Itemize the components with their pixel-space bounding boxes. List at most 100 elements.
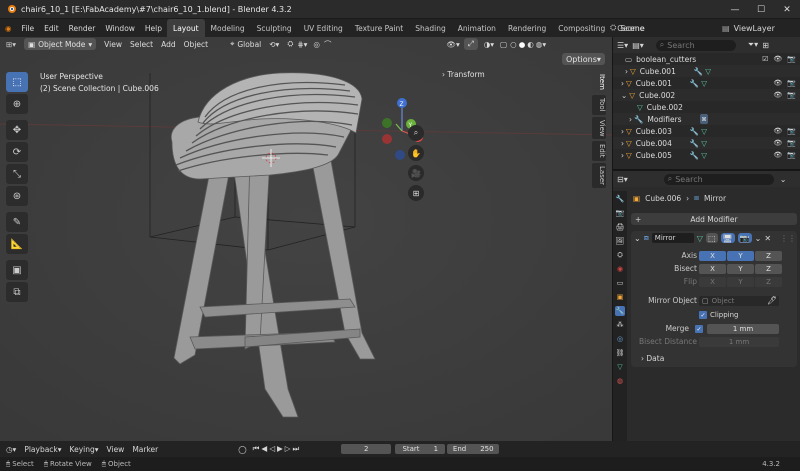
properties-search-input[interactable]: ⌕ Search xyxy=(663,173,774,185)
select-box-tool-icon[interactable]: ⬚ xyxy=(6,72,28,92)
list-item[interactable]: › ▽ Cube.001 🔧 ▽ xyxy=(613,65,800,77)
tab-rendering[interactable]: Rendering xyxy=(502,19,552,37)
tab-compositing[interactable]: Compositing xyxy=(552,19,611,37)
clipping-checkbox[interactable]: ✓ Clipping xyxy=(699,311,739,319)
bisect-y-toggle[interactable]: Y xyxy=(727,264,754,274)
merge-distance-field[interactable]: 1 mm xyxy=(707,324,779,334)
list-item[interactable]: › ▽ Cube.001 🔧 ▽ 👁 📷 xyxy=(613,77,800,89)
menu-window[interactable]: Window xyxy=(100,24,140,33)
eye-icon[interactable]: 👁 xyxy=(773,55,782,63)
checkbox-icon[interactable]: ☑ xyxy=(762,55,768,63)
annotate-tool-icon[interactable]: ✎ xyxy=(6,212,28,232)
tab-uv-editing[interactable]: UV Editing xyxy=(298,19,349,37)
list-item[interactable]: ▭ boolean_cutters ☑ 👁 📷 xyxy=(613,53,800,65)
camera-icon[interactable]: 📷 xyxy=(787,151,796,159)
bisect-x-toggle[interactable]: X xyxy=(699,264,726,274)
list-item[interactable]: › ▽ Cube.004 🔧 ▽ 👁 📷 xyxy=(613,137,800,149)
current-frame-field[interactable]: 2 xyxy=(341,444,392,454)
tab-edit[interactable]: Edit xyxy=(592,141,606,161)
end-frame-field[interactable]: End 250 xyxy=(447,444,500,454)
physics-tab-icon[interactable]: ◎ xyxy=(615,334,625,344)
blender-menu-icon[interactable]: ◉ xyxy=(0,24,17,33)
disclosure-right-icon[interactable]: › xyxy=(625,67,628,76)
bisect-z-toggle[interactable]: Z xyxy=(755,264,782,274)
proportional-edit-icon[interactable]: ◎ xyxy=(313,40,320,49)
snap-icon[interactable]: ⛭ xyxy=(287,39,293,49)
new-collection-icon[interactable]: ⊞ xyxy=(762,41,769,50)
minimize-button[interactable]: — xyxy=(722,0,748,19)
eyedropper-icon[interactable]: 🖊 xyxy=(767,296,777,305)
tab-tool[interactable]: Tool xyxy=(592,94,606,115)
playback-controls[interactable]: ⏮◀◁▶▷⏭ xyxy=(253,444,302,454)
disclosure-down-icon[interactable]: ⌄ xyxy=(621,91,627,100)
menu-object[interactable]: Object xyxy=(184,40,208,49)
render-toggle-icon[interactable]: 📷 xyxy=(737,233,752,243)
scene-tab-icon[interactable]: ⛭ xyxy=(615,250,625,260)
modifier-name-input[interactable]: Mirror xyxy=(651,233,694,243)
cursor-tool-icon[interactable]: ⊕ xyxy=(6,94,28,114)
start-frame-field[interactable]: Start 1 xyxy=(395,444,446,454)
mode-selector[interactable]: ▣ Object Mode ▾ xyxy=(24,38,97,50)
filter-funnel-icon[interactable]: ⏷▾ xyxy=(748,40,758,50)
eye-icon[interactable]: 👁 xyxy=(773,151,782,159)
xray-icon[interactable]: ▢ xyxy=(500,40,507,49)
camera-icon[interactable]: 📷 xyxy=(787,91,796,99)
menu-playback[interactable]: Playback▾ xyxy=(24,445,61,454)
scene-selector[interactable]: ⛭ Scene xyxy=(610,19,645,37)
gizmo-toggle-icon[interactable]: ⤢ xyxy=(463,38,478,50)
camera-icon[interactable]: 📷 xyxy=(787,79,796,87)
modifier-tab-icon[interactable]: 🔧 xyxy=(615,306,625,316)
editor-type-icon[interactable]: ⊞▾ xyxy=(6,40,16,49)
wireframe-shading-icon[interactable]: ○ xyxy=(510,40,517,49)
object-tab-icon[interactable]: ▣ xyxy=(615,292,625,302)
close-button[interactable]: ✕ xyxy=(774,0,800,19)
tab-animation[interactable]: Animation xyxy=(452,19,502,37)
flip-z-toggle[interactable]: Z xyxy=(755,277,782,287)
falloff-icon[interactable]: ⌒ xyxy=(324,39,332,50)
tab-texture-paint[interactable]: Texture Paint xyxy=(349,19,409,37)
tab-shading[interactable]: Shading xyxy=(409,19,451,37)
menu-render[interactable]: Render xyxy=(64,24,101,33)
merge-checkbox[interactable]: ✓ xyxy=(695,325,703,333)
axis-z-toggle[interactable]: Z xyxy=(755,251,782,261)
material-shading-icon[interactable]: ◐ xyxy=(527,40,534,49)
tool-tab-icon[interactable]: 🔧 xyxy=(615,194,625,204)
data-subpanel-header[interactable]: › Data xyxy=(641,354,664,363)
outliner-search-input[interactable]: ⌕ Search xyxy=(655,39,736,51)
on-cage-toggle-icon[interactable]: ⬚ xyxy=(705,233,718,243)
add-modifier-button[interactable]: + Add Modifier xyxy=(631,213,797,225)
remove-modifier-icon[interactable]: ✕ xyxy=(764,234,771,243)
tab-view[interactable]: View xyxy=(592,116,606,140)
tab-layout[interactable]: Layout xyxy=(167,19,205,37)
scale-tool-icon[interactable]: ⤡ xyxy=(6,164,28,184)
timeline-editor-icon[interactable]: ◷▾ xyxy=(6,445,16,454)
menu-view[interactable]: View xyxy=(104,40,122,49)
tab-modeling[interactable]: Modeling xyxy=(205,19,251,37)
camera-icon[interactable]: 🎥 xyxy=(408,165,424,181)
material-tab-icon[interactable]: ◍ xyxy=(615,376,625,386)
transform-panel-header[interactable]: › Transform xyxy=(442,70,485,79)
add-cube-tool-icon[interactable]: ▣ xyxy=(6,260,28,280)
menu-select[interactable]: Select xyxy=(130,40,153,49)
3d-viewport[interactable]: Z X Y ⊞▾ ▣Object Mode▾ View Select Add O… xyxy=(0,37,612,441)
snap-grid-icon[interactable]: ⋕▾ xyxy=(297,40,307,49)
constraints-tab-icon[interactable]: ⛓ xyxy=(615,348,625,358)
rendered-shading-icon[interactable]: ◍▾ xyxy=(536,40,546,49)
eye-icon[interactable]: 👁 xyxy=(773,79,782,87)
eye-icon[interactable]: 👁 xyxy=(773,91,782,99)
data-tab-icon[interactable]: ▽ xyxy=(615,362,625,372)
menu-edit[interactable]: Edit xyxy=(39,24,64,33)
drag-handle-icon[interactable]: ⋮⋮ xyxy=(780,234,796,243)
axis-y-toggle[interactable]: Y xyxy=(727,251,754,261)
tab-laser[interactable]: Laser xyxy=(592,162,606,188)
properties-editor-icon[interactable]: ⊟▾ xyxy=(617,175,628,184)
overlays-icon[interactable]: ◑▾ xyxy=(484,40,494,49)
list-item[interactable]: › 🔧 Modifiers ⧈ xyxy=(613,113,800,125)
menu-keying[interactable]: Keying▾ xyxy=(70,445,99,454)
particles-tab-icon[interactable]: ⁂ xyxy=(615,320,625,330)
disclosure-right-icon[interactable]: › xyxy=(621,151,624,160)
visibility-icon[interactable]: 👁▾ xyxy=(446,40,459,49)
axis-x-toggle[interactable]: X xyxy=(699,251,726,261)
disclosure-right-icon[interactable]: › xyxy=(621,79,624,88)
flip-x-toggle[interactable]: X xyxy=(699,277,726,287)
